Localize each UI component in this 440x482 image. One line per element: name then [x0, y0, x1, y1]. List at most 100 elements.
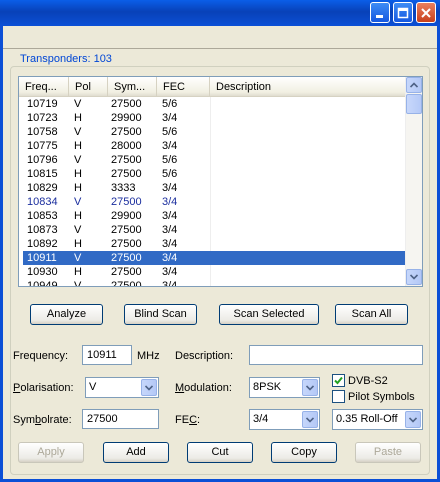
- table-row[interactable]: 10930 H 27500 3/4: [23, 265, 410, 279]
- scroll-down-button[interactable]: [406, 269, 422, 285]
- table-row[interactable]: 10758 V 27500 5/6: [23, 125, 410, 139]
- divider: [3, 48, 437, 49]
- cell-freq: 10719: [27, 98, 58, 110]
- analyze-button[interactable]: Analyze: [30, 304, 103, 325]
- transponder-list[interactable]: Freq... Pol Sym... FEC Description 10719…: [18, 76, 423, 287]
- frequency-unit: MHz: [137, 350, 160, 362]
- scroll-thumb[interactable]: [406, 94, 422, 114]
- cell-freq: 10911: [27, 252, 57, 264]
- title-bar: [0, 0, 440, 26]
- cell-freq: 10815: [27, 168, 58, 180]
- scan-all-button[interactable]: Scan All: [335, 304, 408, 325]
- table-row[interactable]: 10796 V 27500 5/6: [23, 153, 410, 167]
- maximize-button[interactable]: [393, 2, 413, 23]
- table-row[interactable]: 10949 V 27500 3/4: [23, 279, 410, 287]
- chevron-down-icon: [410, 274, 418, 280]
- minimize-icon: [376, 14, 383, 18]
- cell-freq: 10873: [27, 224, 58, 236]
- fec-label: FEC:: [175, 414, 201, 426]
- cell-pol: H: [74, 182, 82, 194]
- pilot-symbols-checkbox[interactable]: [332, 390, 345, 403]
- cell-sym: 27500: [111, 238, 142, 250]
- cell-sym: 27500: [111, 126, 142, 138]
- cell-freq: 10853: [27, 210, 58, 222]
- cell-fec: 5/6: [162, 168, 178, 180]
- cell-fec: 3/4: [162, 196, 178, 208]
- cell-fec: 3/4: [162, 238, 178, 250]
- cell-freq: 10892: [27, 238, 58, 250]
- cell-sym: 27500: [111, 98, 142, 110]
- chevron-down-icon[interactable]: [405, 411, 421, 428]
- column-header-polarisation[interactable]: Pol: [69, 77, 108, 97]
- table-row[interactable]: 10892 H 27500 3/4: [23, 237, 410, 251]
- table-row[interactable]: 10853 H 29900 3/4: [23, 209, 410, 223]
- table-row[interactable]: 10834 V 27500 3/4: [23, 195, 410, 209]
- polarisation-label: Polarisation:: [13, 382, 74, 394]
- cell-pol: V: [74, 126, 82, 138]
- cell-fec: 3/4: [162, 252, 178, 264]
- chevron-down-icon[interactable]: [302, 411, 318, 428]
- scan-selected-button[interactable]: Scan Selected: [219, 304, 319, 325]
- chevron-down-icon[interactable]: [302, 379, 318, 396]
- fec-select[interactable]: 3/4: [249, 409, 320, 430]
- description-input[interactable]: [249, 345, 423, 365]
- symbolrate-input[interactable]: 27500: [82, 409, 159, 429]
- close-icon: [421, 7, 431, 18]
- table-row[interactable]: 10719 V 27500 5/6: [23, 97, 410, 111]
- cell-sym: 29900: [111, 112, 142, 124]
- cell-freq: 10834: [27, 196, 58, 208]
- pilot-symbols-label: Pilot Symbols: [348, 391, 415, 403]
- table-row[interactable]: 10723 H 29900 3/4: [23, 111, 410, 125]
- cell-sym: 28000: [111, 140, 142, 152]
- apply-button[interactable]: Apply: [18, 442, 84, 463]
- cell-pol: V: [74, 280, 82, 287]
- transponders-title: Transponders: 103: [20, 53, 112, 65]
- cell-pol: H: [74, 210, 82, 222]
- table-row[interactable]: 10873 V 27500 3/4: [23, 223, 410, 237]
- cell-sym: 27500: [111, 266, 142, 278]
- column-header-fec[interactable]: FEC: [157, 77, 210, 97]
- cell-pol: V: [74, 224, 82, 236]
- blind-scan-button[interactable]: Blind Scan: [124, 304, 197, 325]
- cell-fec: 3/4: [162, 140, 178, 152]
- modulation-value: 8PSK: [253, 381, 282, 393]
- modulation-label: Modulation:: [175, 382, 232, 394]
- symbolrate-label: Symbolrate:: [13, 414, 72, 426]
- cell-freq: 10758: [27, 126, 58, 138]
- column-header-description[interactable]: Description: [210, 77, 406, 97]
- cell-freq: 10775: [27, 140, 58, 152]
- column-header-frequency[interactable]: Freq...: [19, 77, 69, 97]
- cell-pol: H: [74, 112, 82, 124]
- rolloff-select[interactable]: 0.35 Roll-Off: [332, 409, 423, 430]
- polarisation-select[interactable]: V: [85, 377, 159, 398]
- chevron-up-icon: [410, 82, 418, 88]
- scroll-up-button[interactable]: [406, 77, 422, 93]
- maximize-icon: [397, 7, 409, 18]
- table-row[interactable]: 10815 H 27500 5/6: [23, 167, 410, 181]
- modulation-select[interactable]: 8PSK: [249, 377, 320, 398]
- chevron-down-icon[interactable]: [141, 379, 157, 396]
- cell-pol: H: [74, 168, 82, 180]
- minimize-button[interactable]: [370, 2, 390, 23]
- cell-pol: H: [74, 238, 82, 250]
- cut-button[interactable]: Cut: [187, 442, 253, 463]
- column-header-symbolrate[interactable]: Sym...: [108, 77, 157, 97]
- cell-fec: 5/6: [162, 98, 178, 110]
- table-row[interactable]: 10775 H 28000 3/4: [23, 139, 410, 153]
- frequency-input[interactable]: 10911: [82, 345, 132, 365]
- dvbs2-checkbox[interactable]: [332, 374, 345, 387]
- table-row[interactable]: 10829 H 3333 3/4: [23, 181, 410, 195]
- cell-fec: 3/4: [162, 112, 178, 124]
- list-header: Freq... Pol Sym... FEC Description: [19, 77, 406, 97]
- cell-pol: V: [74, 196, 82, 208]
- table-row[interactable]: 10911 V 27500 3/4: [23, 251, 410, 265]
- paste-button[interactable]: Paste: [355, 442, 421, 463]
- cell-freq: 10796: [27, 154, 58, 166]
- close-button[interactable]: [416, 2, 436, 23]
- add-button[interactable]: Add: [103, 442, 169, 463]
- cell-sym: 3333: [111, 182, 136, 194]
- cell-pol: V: [74, 252, 82, 264]
- fec-value: 3/4: [253, 413, 269, 425]
- vertical-scrollbar[interactable]: [405, 77, 422, 286]
- copy-button[interactable]: Copy: [271, 442, 337, 463]
